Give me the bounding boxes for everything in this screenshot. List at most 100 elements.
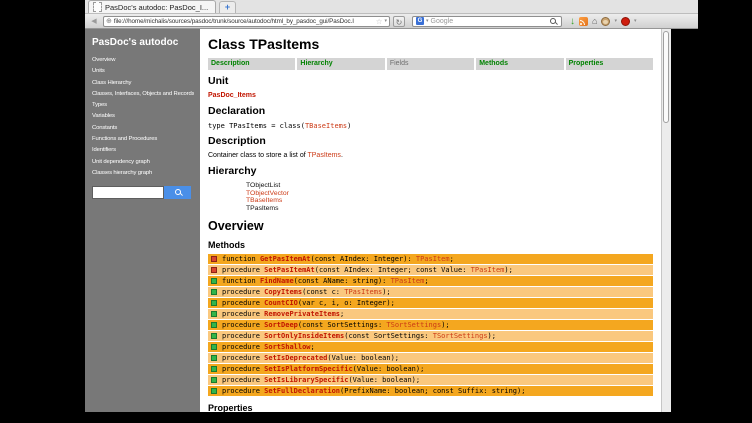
code-link[interactable]: CopyItems <box>264 288 302 296</box>
method-row: procedure RemovePrivateItems; <box>208 309 653 319</box>
method-signature: procedure SortDeep(const SortSettings: T… <box>222 321 450 329</box>
code-link[interactable]: SetPasItemAt <box>264 266 315 274</box>
hierarchy-item: TObjectList <box>246 182 653 189</box>
code-text: ; <box>424 277 428 285</box>
declaration-heading: Declaration <box>208 106 653 117</box>
hierarchy-item[interactable]: TBaseItems <box>246 197 653 204</box>
greasemonkey-icon[interactable] <box>601 17 610 26</box>
unit-heading: Unit <box>208 76 653 87</box>
visibility-icon <box>211 300 217 306</box>
sidebar-item[interactable]: Overview <box>92 57 194 64</box>
code-link[interactable]: TBaseItems <box>305 122 347 130</box>
method-row: procedure CountCIO(var c, i, o: Integer)… <box>208 298 653 308</box>
unit-link[interactable]: PasDoc_Items <box>208 92 256 99</box>
visibility-icon <box>211 256 217 262</box>
code-link[interactable]: TPasItem <box>471 266 505 274</box>
declaration-code: type TPasItems = class(TBaseItems) <box>208 122 653 130</box>
code-text: ; <box>340 310 344 318</box>
search-engine-icon[interactable]: G <box>416 17 424 25</box>
method-signature: procedure SortOnlyInsideItems(const Sort… <box>222 332 496 340</box>
code-link[interactable]: TPasItem <box>416 255 450 263</box>
method-signature: procedure SetPasItemAt(const AIndex: Int… <box>222 266 513 274</box>
sidebar-item[interactable]: Classes hierarchy graph <box>92 170 194 177</box>
sidebar-item[interactable]: Functions and Procedures <box>92 136 194 143</box>
class-nav-label: Description <box>211 60 250 67</box>
search-bar[interactable]: G ▾ Google <box>412 16 562 27</box>
content-scrollbar[interactable] <box>661 29 671 412</box>
code-link[interactable]: SortShallow <box>264 343 310 351</box>
sidebar-search-button[interactable] <box>164 186 191 199</box>
code-link[interactable]: GetPasItemAt <box>260 255 311 263</box>
method-row: procedure SetFullDeclaration(PrefixName:… <box>208 386 653 396</box>
code-text: procedure <box>222 299 264 307</box>
class-nav-cell[interactable]: Description <box>208 58 295 70</box>
hierarchy-heading: Hierarchy <box>208 166 653 177</box>
code-text: ) <box>347 122 351 130</box>
url-bar[interactable]: ⊕ file:///home/michalis/sources/pasdoc/t… <box>103 16 390 27</box>
code-link[interactable]: SetFullDeclaration <box>264 387 340 395</box>
sidebar-item[interactable]: Classes, Interfaces, Objects and Records <box>92 91 194 98</box>
page-title: Class TPasItems <box>208 37 653 52</box>
bookmark-star-icon[interactable]: ☆ <box>376 17 383 26</box>
code-link[interactable]: CountCIO <box>264 299 298 307</box>
visibility-icon <box>211 388 217 394</box>
visibility-icon <box>211 322 217 328</box>
code-link[interactable]: TPasItem <box>391 277 425 285</box>
sidebar-item[interactable]: Unit dependency graph <box>92 159 194 166</box>
code-link[interactable]: SetIsPlatformSpecific <box>264 365 353 373</box>
sidebar-item[interactable]: Types <box>92 102 194 109</box>
search-engine-dropdown-icon[interactable]: ▾ <box>426 17 429 26</box>
methods-list: function GetPasItemAt(const AIndex: Inte… <box>208 254 653 396</box>
method-row: procedure CopyItems(const c: TPasItems); <box>208 287 653 297</box>
method-signature: procedure SetIsPlatformSpecific(Value: b… <box>222 365 424 373</box>
browser-tab[interactable]: PasDoc's autodoc: PasDoc_I... <box>88 0 216 13</box>
new-tab-button[interactable]: + <box>219 1 236 13</box>
code-link[interactable]: FindName <box>260 277 294 285</box>
code-text: ; <box>450 255 454 263</box>
class-nav-cell: Fields <box>387 58 474 70</box>
back-button[interactable]: ◀ <box>88 16 100 27</box>
visibility-icon <box>211 377 217 383</box>
sidebar-search <box>92 186 194 199</box>
adblock-dropdown-icon[interactable]: ▾ <box>634 17 637 26</box>
url-text[interactable]: file:///home/michalis/sources/pasdoc/tru… <box>114 18 374 25</box>
code-link[interactable]: RemovePrivateItems <box>264 310 340 318</box>
code-link[interactable]: TSortSettings <box>433 332 488 340</box>
visibility-icon <box>211 355 217 361</box>
hierarchy-item[interactable]: TObjectVector <box>246 190 653 197</box>
search-icon[interactable] <box>550 18 556 24</box>
sidebar-search-input[interactable] <box>92 186 164 199</box>
sidebar-item[interactable]: Units <box>92 68 194 75</box>
code-link[interactable]: SortOnlyInsideItems <box>264 332 344 340</box>
sidebar-item[interactable]: Identifiers <box>92 147 194 154</box>
search-placeholder[interactable]: Google <box>431 18 548 25</box>
code-text: (const AIndex: Integer): <box>311 255 416 263</box>
method-signature: function GetPasItemAt(const AIndex: Inte… <box>222 255 454 263</box>
code-link[interactable]: SetIsLibrarySpecific <box>264 376 348 384</box>
greasemonkey-dropdown-icon[interactable]: ▾ <box>614 17 617 26</box>
site-globe-icon: ⊕ <box>106 17 112 26</box>
code-link[interactable]: TPasItems <box>307 152 340 159</box>
scrollbar-thumb[interactable] <box>663 31 669 123</box>
class-nav-cell[interactable]: Methods <box>476 58 563 70</box>
sidebar-item[interactable]: Class Hierarchy <box>92 80 194 87</box>
class-nav-cell[interactable]: Hierarchy <box>297 58 384 70</box>
reload-button[interactable]: ↻ <box>393 16 405 27</box>
sidebar: PasDoc's autodoc OverviewUnitsClass Hier… <box>85 29 200 412</box>
code-link[interactable]: TPasItems <box>344 288 382 296</box>
rss-icon[interactable] <box>579 17 588 26</box>
adblock-icon[interactable] <box>621 17 630 26</box>
sidebar-item[interactable]: Variables <box>92 113 194 120</box>
url-dropdown-icon[interactable]: ▾ <box>384 17 387 26</box>
class-nav-cell[interactable]: Properties <box>566 58 653 70</box>
code-text: procedure <box>222 376 264 384</box>
code-link[interactable]: SortDeep <box>264 321 298 329</box>
code-link[interactable]: TSortSettings <box>386 321 441 329</box>
sidebar-item[interactable]: Constants <box>92 125 194 132</box>
code-link[interactable]: SetIsDeprecated <box>264 354 327 362</box>
code-text: ); <box>382 288 390 296</box>
download-icon[interactable]: ↓ <box>570 16 575 27</box>
home-icon[interactable]: ⌂ <box>592 16 597 26</box>
tab-title: PasDoc's autodoc: PasDoc_I... <box>105 3 208 12</box>
code-text: procedure <box>222 321 264 329</box>
